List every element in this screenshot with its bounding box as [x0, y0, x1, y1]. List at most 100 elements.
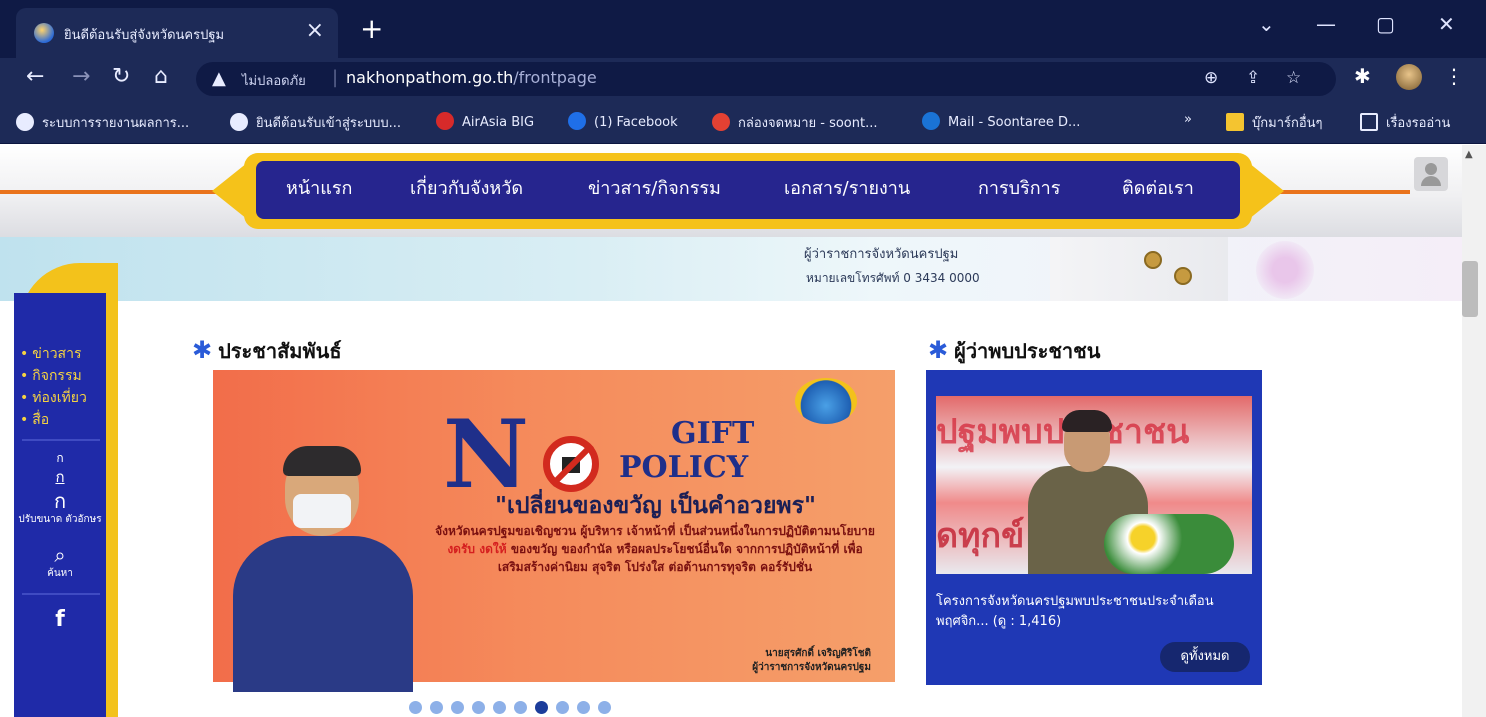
governor-news-photo[interactable]: ปฐมพบประชาชน ดทุกข์	[936, 396, 1252, 574]
header-orange-line-left	[0, 190, 230, 194]
photo-backdrop-text: ดทุกข์	[936, 516, 1025, 556]
back-icon[interactable]: ←	[26, 64, 44, 89]
photo-mask	[293, 494, 351, 528]
gmail-icon	[712, 113, 730, 131]
bookmark-label: Mail - Soontaree D...	[948, 115, 1081, 130]
bookmark-star-icon[interactable]: ☆	[1286, 68, 1301, 88]
slide-gift-text: GIFT	[671, 416, 755, 451]
forward-icon[interactable]: →	[72, 64, 90, 89]
bookmark-item[interactable]: ยินดีต้อนรับเข้าสู่ระบบบ...	[230, 112, 401, 133]
bookmarks-overflow-icon[interactable]: »	[1184, 112, 1192, 127]
big-icon	[436, 112, 454, 130]
slide-quote: "เปลี่ยนของขวัญ เป็นคำอวยพร"	[495, 493, 816, 519]
photo-hair	[283, 446, 361, 476]
sidebar-link-tourism[interactable]: ท่องเที่ยว	[20, 387, 87, 409]
view-all-button[interactable]: ดูทั้งหมด	[1160, 642, 1250, 672]
other-bookmarks[interactable]: บุ๊กมาร์กอื่นๆ	[1226, 112, 1323, 133]
user-icon-body	[1421, 176, 1441, 186]
sidebar-link-media[interactable]: สื่อ	[20, 409, 49, 431]
omnibox-separator: |	[332, 67, 339, 88]
slider-dot[interactable]	[577, 701, 590, 714]
sidebar-gold-edge	[106, 293, 118, 717]
page-scrollbar[interactable]: ▲	[1462, 145, 1486, 717]
slider-pagination	[409, 699, 619, 714]
url-host: nakhonpathom.go.th	[346, 68, 514, 87]
decorative-flower	[1256, 241, 1314, 299]
bookmark-item[interactable]: AirAsia BIG	[436, 112, 534, 130]
portrait-medal	[1174, 267, 1192, 285]
url-text[interactable]: nakhonpathom.go.th/frontpage	[346, 68, 597, 87]
slider-dot[interactable]	[514, 701, 527, 714]
active-tab[interactable]: ยินดีต้อนรับสู่จังหวัดนครปฐม ×	[16, 8, 338, 58]
font-size-label: ปรับขนาด ตัวอักษร	[18, 514, 102, 525]
new-tab-button[interactable]: +	[360, 12, 383, 45]
scroll-up-icon[interactable]: ▲	[1465, 149, 1473, 160]
slider-dot[interactable]	[598, 701, 611, 714]
search-icon[interactable]: ⌕	[14, 543, 106, 567]
zoom-icon[interactable]: ⊕	[1204, 68, 1218, 88]
sidebar-link-activities[interactable]: กิจกรรม	[20, 365, 81, 387]
section-star-icon: ✱	[928, 336, 949, 364]
slider-dot[interactable]	[556, 701, 569, 714]
user-login-button[interactable]	[1414, 157, 1448, 191]
slide-desc-highlight: งดรับ งดให้	[447, 542, 507, 556]
sidebar-divider	[22, 439, 100, 441]
minimize-icon[interactable]: —	[1316, 12, 1336, 36]
search-label[interactable]: ค้นหา	[14, 567, 106, 580]
sidebar-link-news[interactable]: ข่าวสาร	[20, 343, 81, 365]
bookmark-label: (1) Facebook	[594, 115, 678, 130]
security-label[interactable]: ไม่ปลอดภัย	[242, 70, 306, 91]
slider-dot[interactable]	[535, 701, 548, 714]
share-icon[interactable]: ⇪	[1246, 68, 1260, 88]
nav-contact[interactable]: ติดต่อเรา	[1122, 173, 1194, 202]
slide-desc-part2: ของขวัญ ของกำนัล หรือผลประโยชน์อื่นใด จา…	[497, 542, 863, 574]
slide-signer-name: นายสุรศักดิ์ เจริญศิริโชติ	[765, 648, 871, 659]
bookmarks-bar: » บุ๊กมาร์กอื่นๆ เรื่องรออ่าน ระบบการราย…	[0, 100, 1486, 144]
sidebar-divider	[22, 593, 100, 595]
slider-dot[interactable]	[493, 701, 506, 714]
slider-dot[interactable]	[451, 701, 464, 714]
photo-backdrop-text: ปฐมพบประชาชน	[936, 412, 1190, 452]
nav-blue-bar	[256, 161, 1240, 219]
nav-documents-reports[interactable]: เอกสาร/รายงาน	[784, 173, 910, 202]
governor-banner: ผู้ว่าราชการจังหวัดนครปฐม หมายเลขโทรศัพท…	[0, 237, 1462, 301]
profile-avatar[interactable]	[1396, 64, 1422, 90]
globe-icon	[230, 113, 248, 131]
window-close-icon[interactable]: ✕	[1438, 12, 1455, 36]
reading-list-icon	[1360, 113, 1378, 131]
reload-icon[interactable]: ↻	[112, 64, 130, 89]
slide-description: จังหวัดนครปฐมขอเชิญชวน ผู้บริหาร เจ้าหน้…	[435, 522, 875, 576]
banner-governor-title: ผู้ว่าราชการจังหวัดนครปฐม	[804, 247, 959, 262]
gift-box-icon	[562, 457, 580, 473]
pr-slide[interactable]: N GIFT POLICY "เปลี่ยนของขวัญ เป็นคำอวยพ…	[213, 370, 895, 692]
tab-close-icon[interactable]: ×	[306, 18, 324, 43]
bookmark-item[interactable]: ระบบการรายงานผลการ...	[16, 112, 189, 133]
governor-section-title-text: ผู้ว่าพบประชาชน	[954, 339, 1101, 363]
nav-home[interactable]: หน้าแรก	[286, 173, 352, 202]
slider-dot[interactable]	[430, 701, 443, 714]
reading-list[interactable]: เรื่องรออ่าน	[1360, 112, 1450, 133]
flower-arrangement	[1104, 514, 1234, 574]
url-path: /frontpage	[513, 68, 597, 87]
bookmark-item[interactable]: Mail - Soontaree D...	[922, 112, 1080, 130]
nav-news-activities[interactable]: ข่าวสาร/กิจกรรม	[588, 173, 721, 202]
extensions-icon[interactable]: ✱	[1354, 64, 1371, 88]
portrait-medal	[1144, 251, 1162, 269]
scrollbar-thumb[interactable]	[1462, 261, 1478, 317]
chrome-menu-icon[interactable]: ⋮	[1444, 64, 1464, 88]
governor-news-caption[interactable]: โครงการจังหวัดนครปฐมพบประชาชนประจำเดือนพ…	[936, 592, 1252, 632]
tab-search-icon[interactable]: ⌄	[1258, 12, 1275, 36]
home-icon[interactable]: ⌂	[154, 64, 168, 89]
slider-dot[interactable]	[472, 701, 485, 714]
other-bookmarks-label: บุ๊กมาร์กอื่นๆ	[1252, 116, 1323, 131]
bookmark-item[interactable]: (1) Facebook	[568, 112, 678, 130]
bookmark-item[interactable]: กล่องจดหมาย - soont...	[712, 112, 877, 133]
slider-dot[interactable]	[409, 701, 422, 714]
nav-services[interactable]: การบริการ	[978, 173, 1060, 202]
left-sidebar: ข่าวสาร กิจกรรม ท่องเที่ยว สื่อ ก ก ก ปร…	[0, 263, 118, 717]
omnibox[interactable]: ▲ ไม่ปลอดภัย | nakhonpathom.go.th/frontp…	[196, 62, 1336, 96]
restore-icon[interactable]: ▢	[1376, 12, 1395, 36]
nav-about-province[interactable]: เกี่ยวกับจังหวัด	[410, 173, 523, 202]
not-secure-icon[interactable]: ▲	[212, 68, 226, 89]
facebook-icon[interactable]: f	[14, 607, 106, 632]
